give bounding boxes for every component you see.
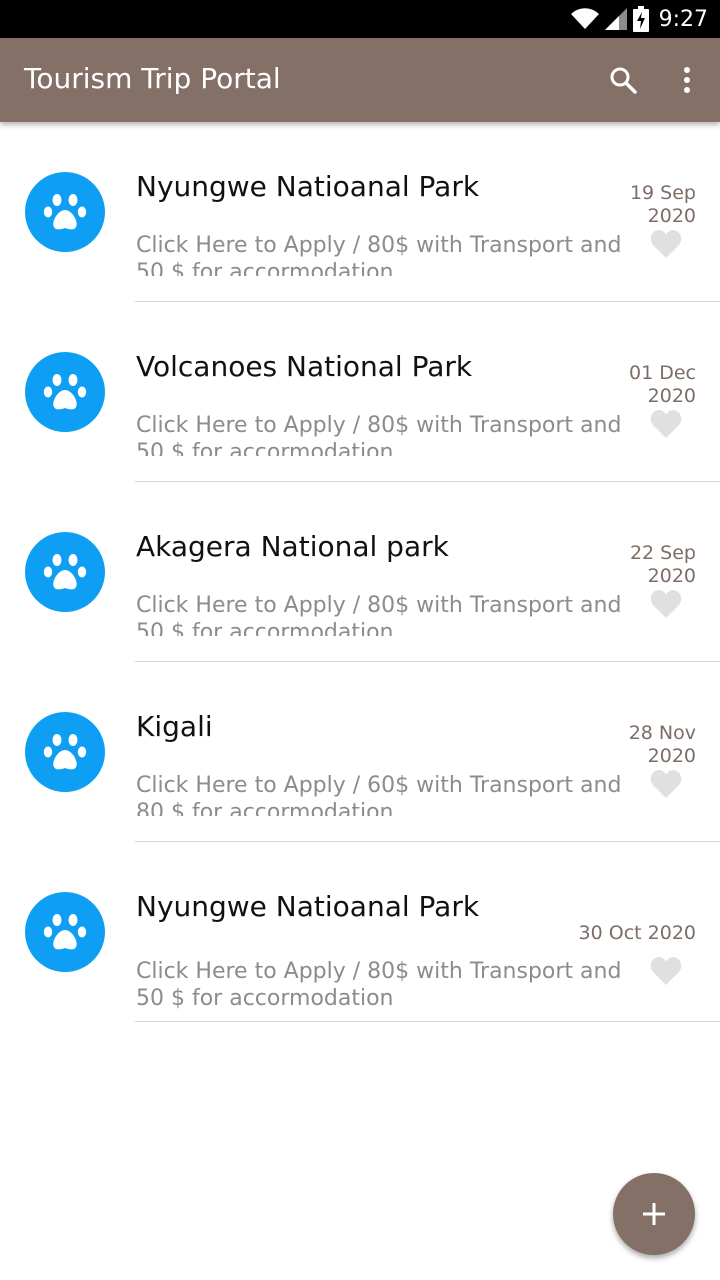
trip-title: Kigali: [136, 710, 213, 743]
trip-list-item[interactable]: Volcanoes National Park 01 Dec 2020 Clic…: [0, 302, 720, 482]
paw-icon: [43, 194, 87, 230]
search-button[interactable]: [603, 60, 643, 100]
wifi-icon: [570, 8, 599, 30]
battery-charging-icon: [632, 6, 649, 32]
signal-icon: [604, 8, 627, 30]
trip-avatar: [25, 352, 105, 432]
trip-avatar: [25, 712, 105, 792]
status-time: 9:27: [658, 6, 708, 32]
more-options-button[interactable]: [667, 60, 707, 100]
trip-title: Volcanoes National Park: [136, 350, 473, 383]
paw-icon: [43, 734, 87, 770]
trip-title: Nyungwe Natioanal Park: [136, 170, 480, 203]
favorite-heart-icon[interactable]: [650, 769, 682, 799]
paw-icon: [43, 914, 87, 950]
status-bar: 9:27: [0, 0, 720, 38]
favorite-heart-icon[interactable]: [650, 956, 682, 986]
trip-title: Nyungwe Natioanal Park: [136, 890, 480, 923]
favorite-heart-icon[interactable]: [650, 409, 682, 439]
status-icons: 9:27: [570, 4, 708, 34]
trip-list: Nyungwe Natioanal Park 19 Sep 2020 Click…: [0, 122, 720, 1022]
trip-description: Click Here to Apply / 80$ with Transport…: [136, 593, 622, 636]
add-trip-button[interactable]: [613, 1173, 695, 1255]
trip-title: Akagera National park: [136, 530, 449, 563]
trip-description: Click Here to Apply / 60$ with Transport…: [136, 773, 622, 816]
more-vert-icon: [684, 67, 690, 93]
trip-date: 22 Sep 2020: [629, 542, 696, 584]
list-divider: [135, 1021, 720, 1022]
paw-icon: [43, 554, 87, 590]
search-icon: [610, 67, 637, 94]
trip-date: 28 Nov 2020: [628, 722, 696, 764]
trip-date: 01 Dec 2020: [629, 362, 696, 404]
trip-list-item[interactable]: Akagera National park 22 Sep 2020 Click …: [0, 482, 720, 662]
trip-list-item[interactable]: Nyungwe Natioanal Park 19 Sep 2020 Click…: [0, 122, 720, 302]
app-title: Tourism Trip Portal: [24, 62, 281, 95]
trip-avatar: [25, 532, 105, 612]
trip-description: Click Here to Apply / 80$ with Transport…: [136, 413, 622, 456]
trip-date: 19 Sep 2020: [629, 182, 696, 224]
paw-icon: [43, 374, 87, 410]
trip-avatar: [25, 172, 105, 252]
favorite-heart-icon[interactable]: [650, 589, 682, 619]
trip-list-item[interactable]: Nyungwe Natioanal Park 30 Oct 2020 Click…: [0, 842, 720, 1022]
app-bar: Tourism Trip Portal: [0, 38, 720, 122]
trip-avatar: [25, 892, 105, 972]
trip-list-item[interactable]: Kigali 28 Nov 2020 Click Here to Apply /…: [0, 662, 720, 842]
trip-description: Click Here to Apply / 80$ with Transport…: [136, 959, 622, 1011]
trip-date: 30 Oct 2020: [578, 922, 696, 944]
trip-description: Click Here to Apply / 80$ with Transport…: [136, 233, 622, 276]
favorite-heart-icon[interactable]: [650, 229, 682, 259]
plus-icon: [643, 1203, 665, 1225]
